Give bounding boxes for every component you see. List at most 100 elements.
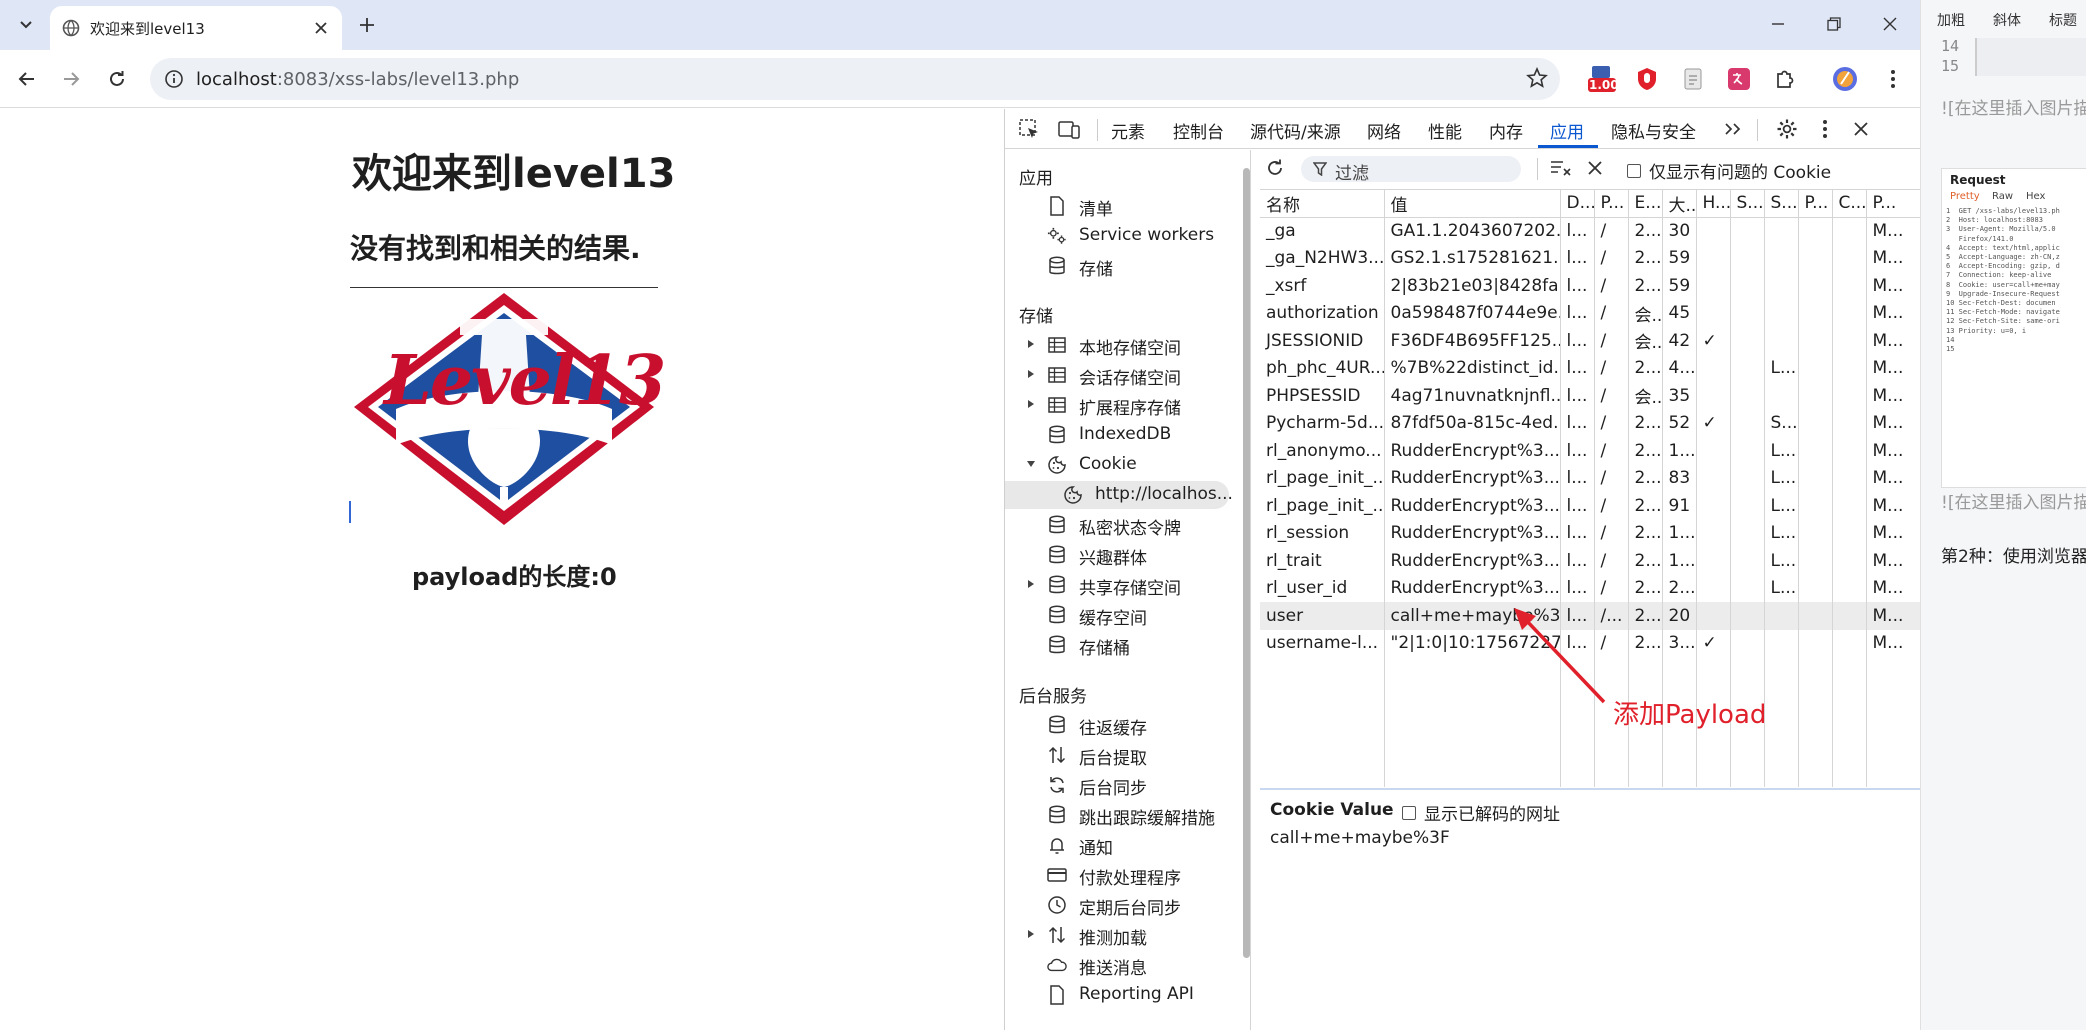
reload-button[interactable] [100, 62, 134, 96]
table-row[interactable]: rl_user_id RudderEncrypt%3... l.../2... 2..… [1260, 574, 1921, 602]
editor-code-block[interactable] [1975, 38, 2086, 76]
sidebar-item-periodic-sync[interactable]: 定期后台同步 [1005, 891, 1229, 919]
column-header[interactable]: H... [1696, 190, 1731, 218]
browser-menu-icon[interactable] [1876, 62, 1910, 96]
column-header[interactable]: 大... [1662, 190, 1697, 218]
close-devtools-icon[interactable] [1849, 117, 1873, 141]
tab-application[interactable]: 应用 [1550, 118, 1584, 143]
column-header[interactable]: C... [1832, 190, 1867, 218]
table-row[interactable]: rl_page_init_... RudderEncrypt%3... l.../2… [1260, 492, 1921, 520]
table-row[interactable]: rl_trait RudderEncrypt%3... l.../2... 1... L… [1260, 547, 1921, 575]
sidebar-item-session-storage[interactable]: 会话存储空间 [1005, 361, 1229, 389]
tab-privacy-security[interactable]: 隐私与安全 [1611, 118, 1696, 143]
sidebar-item-payment-handler[interactable]: 付款处理程序 [1005, 861, 1229, 889]
sidebar-item-storage-buckets[interactable]: 存储桶 [1005, 631, 1229, 659]
collapse-arrow-icon[interactable] [1025, 458, 1037, 470]
more-tabs-icon[interactable] [1721, 117, 1745, 141]
sidebar-item-push-messaging[interactable]: 推送消息 [1005, 951, 1229, 979]
column-header[interactable]: D... [1560, 190, 1595, 218]
address-bar[interactable]: localhost:8083/xss-labs/level13.php [150, 58, 1560, 100]
table-row[interactable]: authorization 0a598487f0744e9e... l... / 会..… [1260, 299, 1921, 327]
expand-arrow-icon[interactable] [1025, 928, 1037, 940]
sidebar-item-service-workers[interactable]: Service workers [1005, 222, 1229, 250]
column-header[interactable]: 值 [1384, 190, 1561, 218]
devtools-menu-icon[interactable] [1813, 117, 1837, 141]
bold-button[interactable]: 加粗 [1937, 10, 1965, 30]
sidebar-item-extension-storage[interactable]: 扩展程序存储 [1005, 391, 1229, 419]
tab-elements[interactable]: 元素 [1111, 118, 1145, 143]
sidebar-item-private-state-tokens[interactable]: 私密状态令牌 [1005, 511, 1229, 539]
tab-network[interactable]: 网络 [1367, 118, 1401, 143]
column-header[interactable]: E... [1628, 190, 1663, 218]
profile-avatar-icon[interactable] [1828, 62, 1862, 96]
extension-translate-icon[interactable] [1722, 62, 1756, 96]
extension-adblock-icon[interactable] [1630, 62, 1664, 96]
sidebar-item-cookie[interactable]: Cookie [1005, 451, 1229, 479]
sidebar-item-background-fetch[interactable]: 后台提取 [1005, 741, 1229, 769]
sidebar-item-interest-groups[interactable]: 兴趣群体 [1005, 541, 1229, 569]
sidebar-item-storage-overview[interactable]: 存储 [1005, 252, 1229, 280]
expand-arrow-icon[interactable] [1025, 338, 1037, 350]
heading-button[interactable]: 标题 [2049, 10, 2077, 30]
tab-search-button[interactable] [10, 10, 42, 40]
tab-performance[interactable]: 性能 [1428, 118, 1462, 143]
tab-sources[interactable]: 源代码/来源 [1250, 118, 1341, 143]
expand-arrow-icon[interactable] [1025, 398, 1037, 410]
table-row[interactable]: _xsrf 2|83b21e03|8428fa... l.../2... 59 M... [1260, 272, 1921, 300]
table-row[interactable]: _ga GA1.1.2043607202... l.../2... 30 M... [1260, 217, 1921, 245]
device-toolbar-icon[interactable] [1057, 117, 1081, 141]
table-row[interactable]: JSESSIONIDF36DF4B695FF125...l.../会...42✓… [1260, 327, 1921, 355]
sidebar-item-manifest[interactable]: 清单 [1005, 192, 1229, 220]
column-header[interactable]: P... [1798, 190, 1833, 218]
column-header[interactable]: P... [1866, 190, 1921, 218]
expand-arrow-icon[interactable] [1025, 578, 1037, 590]
sidebar-item-background-sync[interactable]: 后台同步 [1005, 771, 1229, 799]
checkbox[interactable] [1627, 163, 1641, 178]
extension-document-icon[interactable] [1676, 62, 1710, 96]
inspect-element-icon[interactable] [1017, 117, 1041, 141]
column-header[interactable]: P... [1594, 190, 1629, 218]
expand-arrow-icon[interactable] [1025, 368, 1037, 380]
restore-button[interactable] [1806, 6, 1862, 42]
table-row[interactable]: _ga_N2HW3... GS2.1.s175281621... l.../2...… [1260, 244, 1921, 272]
tab-console[interactable]: 控制台 [1173, 118, 1224, 143]
table-row[interactable]: ph_phc_4UR... %7B%22distinct_id... l.../2.… [1260, 354, 1921, 382]
table-row[interactable]: Pycharm-5d... 87fdf50a-815c-4ed... l.../2.… [1260, 409, 1921, 437]
table-row[interactable]: PHPSESSID4ag71nuvnatknjnfl...l.../会...35… [1260, 382, 1921, 410]
column-header[interactable]: S... [1764, 190, 1799, 218]
sidebar-item-speculative-loads[interactable]: 推测加载 [1005, 921, 1229, 949]
table-row[interactable]: rl_page_init_... RudderEncrypt%3... l.../2… [1260, 464, 1921, 492]
close-tab-icon[interactable] [310, 17, 332, 39]
column-header[interactable]: 名称 [1260, 190, 1385, 218]
table-row[interactable]: rl_anonymo... RudderEncrypt%3... l.../2...… [1260, 437, 1921, 465]
sidebar-item-bfcache[interactable]: 往返缓存 [1005, 711, 1229, 739]
extension-hackbar-icon[interactable]: 1.00 [1582, 62, 1622, 96]
sidebar-scrollbar[interactable] [1241, 158, 1251, 1018]
table-row[interactable]: rl_session RudderEncrypt%3... l.../2... 1..… [1260, 519, 1921, 547]
italic-button[interactable]: 斜体 [1993, 10, 2021, 30]
forward-button[interactable] [54, 62, 88, 96]
bookmark-star-icon[interactable] [1526, 67, 1548, 89]
sidebar-item-shared-storage[interactable]: 共享存储空间 [1005, 571, 1229, 599]
sidebar-item-local-storage[interactable]: 本地存储空间 [1005, 331, 1229, 359]
minimize-button[interactable] [1750, 6, 1806, 42]
refresh-icon[interactable] [1263, 156, 1287, 180]
checkbox[interactable] [1402, 805, 1416, 820]
site-info-icon[interactable] [164, 69, 184, 89]
scrollbar-thumb[interactable] [1243, 168, 1250, 958]
column-header[interactable]: S... [1730, 190, 1765, 218]
sidebar-item-cache-storage[interactable]: 缓存空间 [1005, 601, 1229, 629]
only-issues-checkbox[interactable]: 仅显示有问题的 Cookie [1627, 158, 1831, 183]
close-window-button[interactable] [1862, 6, 1918, 42]
browser-tab-active[interactable]: 欢迎来到level13 [50, 6, 342, 50]
tab-memory[interactable]: 内存 [1489, 118, 1523, 143]
cookie-filter-input[interactable]: 过滤 [1301, 156, 1521, 184]
sidebar-item-bounce-tracking[interactable]: 跳出跟踪缓解措施 [1005, 801, 1229, 829]
sidebar-item-notifications[interactable]: 通知 [1005, 831, 1229, 859]
cookie-value-text[interactable]: call+me+maybe%3F [1270, 828, 1450, 848]
clear-filtered-cookies-icon[interactable] [1549, 156, 1573, 180]
sidebar-item-cookie-origin[interactable]: http://localhos... [1005, 481, 1233, 509]
sidebar-item-indexeddb[interactable]: IndexedDB [1005, 421, 1229, 449]
extensions-puzzle-icon[interactable] [1768, 62, 1802, 96]
back-button[interactable] [10, 62, 44, 96]
